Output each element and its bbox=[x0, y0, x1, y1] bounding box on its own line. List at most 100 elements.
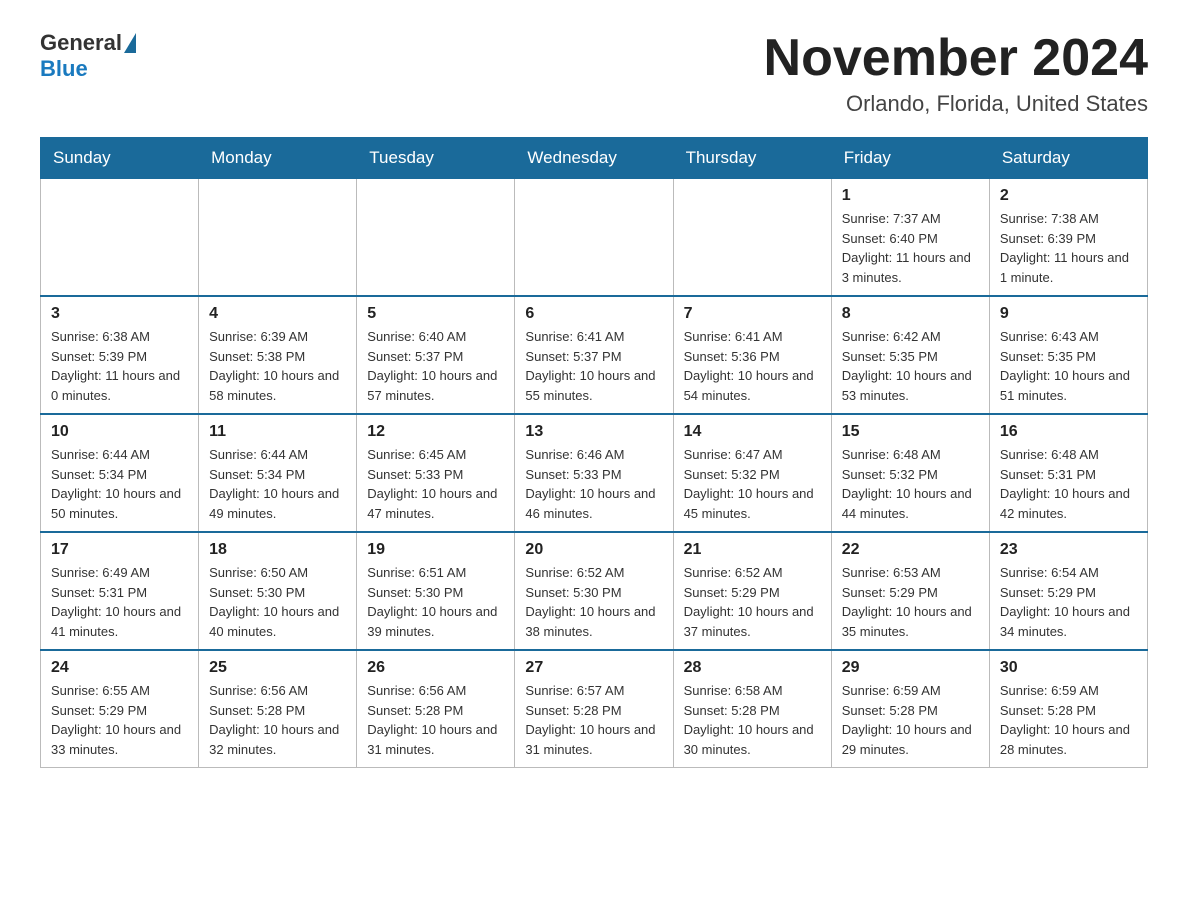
calendar-cell: 6 Sunrise: 6:41 AM Sunset: 5:37 PM Daylig… bbox=[515, 296, 673, 414]
day-info: Sunrise: 6:57 AM Sunset: 5:28 PM Dayligh… bbox=[525, 681, 662, 759]
calendar-cell: 29Sunrise: 6:59 AM Sunset: 5:28 PM Dayli… bbox=[831, 650, 989, 768]
calendar-week-row: 1Sunrise: 7:37 AM Sunset: 6:40 PM Daylig… bbox=[41, 179, 1148, 297]
day-number: 7 bbox=[684, 305, 821, 323]
day-number: 17 bbox=[51, 541, 188, 559]
calendar-cell: 24 Sunrise: 6:55 AM Sunset: 5:29 PM Dayli… bbox=[41, 650, 199, 768]
day-info: Sunrise: 6:46 AM Sunset: 5:33 PM Dayligh… bbox=[525, 445, 662, 523]
day-number: 16 bbox=[1000, 423, 1137, 441]
day-number: 9 bbox=[1000, 305, 1137, 323]
calendar-cell: 22 Sunrise: 6:53 AM Sunset: 5:29 PM Dayli… bbox=[831, 532, 989, 650]
day-info: Sunrise: 6:48 AM Sunset: 5:31 PM Dayligh… bbox=[1000, 445, 1137, 523]
calendar-header-monday: Monday bbox=[199, 138, 357, 179]
day-info: Sunrise: 6:55 AM Sunset: 5:29 PM Dayligh… bbox=[51, 681, 188, 759]
calendar-header-sunday: Sunday bbox=[41, 138, 199, 179]
calendar-cell bbox=[673, 179, 831, 297]
day-number: 18 bbox=[209, 541, 346, 559]
day-number: 28 bbox=[684, 659, 821, 677]
day-info: Sunrise: 6:50 AM Sunset: 5:30 PM Dayligh… bbox=[209, 563, 346, 641]
page-header: General Blue November 2024 Orlando, Flor… bbox=[40, 30, 1148, 117]
logo-general-text: General bbox=[40, 30, 122, 56]
day-info: Sunrise: 6:56 AM Sunset: 5:28 PM Dayligh… bbox=[367, 681, 504, 759]
calendar-cell: 23 Sunrise: 6:54 AM Sunset: 5:29 PM Dayli… bbox=[989, 532, 1147, 650]
calendar-week-row: 17Sunrise: 6:49 AM Sunset: 5:31 PM Dayli… bbox=[41, 532, 1148, 650]
day-info: Sunrise: 6:54 AM Sunset: 5:29 PM Dayligh… bbox=[1000, 563, 1137, 641]
calendar-cell: 25Sunrise: 6:56 AM Sunset: 5:28 PM Dayli… bbox=[199, 650, 357, 768]
calendar-cell bbox=[357, 179, 515, 297]
day-number: 5 bbox=[367, 305, 504, 323]
calendar-cell: 20 Sunrise: 6:52 AM Sunset: 5:30 PM Dayli… bbox=[515, 532, 673, 650]
calendar-cell: 16 Sunrise: 6:48 AM Sunset: 5:31 PM Dayli… bbox=[989, 414, 1147, 532]
day-info: Sunrise: 6:59 AM Sunset: 5:28 PM Dayligh… bbox=[842, 681, 979, 759]
calendar-cell bbox=[515, 179, 673, 297]
calendar-week-row: 24 Sunrise: 6:55 AM Sunset: 5:29 PM Dayli… bbox=[41, 650, 1148, 768]
day-number: 6 bbox=[525, 305, 662, 323]
day-number: 11 bbox=[209, 423, 346, 441]
calendar-cell: 8 Sunrise: 6:42 AM Sunset: 5:35 PM Daylig… bbox=[831, 296, 989, 414]
day-number: 20 bbox=[525, 541, 662, 559]
day-info: Sunrise: 7:38 AM Sunset: 6:39 PM Dayligh… bbox=[1000, 209, 1137, 287]
calendar-cell: 30 Sunrise: 6:59 AM Sunset: 5:28 PM Dayli… bbox=[989, 650, 1147, 768]
calendar-cell: 18 Sunrise: 6:50 AM Sunset: 5:30 PM Dayli… bbox=[199, 532, 357, 650]
day-number: 2 bbox=[1000, 187, 1137, 205]
day-info: Sunrise: 6:39 AM Sunset: 5:38 PM Dayligh… bbox=[209, 327, 346, 405]
day-number: 4 bbox=[209, 305, 346, 323]
calendar-cell: 4 Sunrise: 6:39 AM Sunset: 5:38 PM Daylig… bbox=[199, 296, 357, 414]
day-info: Sunrise: 6:51 AM Sunset: 5:30 PM Dayligh… bbox=[367, 563, 504, 641]
day-number: 1 bbox=[842, 187, 979, 205]
day-number: 23 bbox=[1000, 541, 1137, 559]
calendar-cell: 3Sunrise: 6:38 AM Sunset: 5:39 PM Daylig… bbox=[41, 296, 199, 414]
calendar-cell: 14Sunrise: 6:47 AM Sunset: 5:32 PM Dayli… bbox=[673, 414, 831, 532]
day-number: 8 bbox=[842, 305, 979, 323]
day-info: Sunrise: 6:42 AM Sunset: 5:35 PM Dayligh… bbox=[842, 327, 979, 405]
calendar-cell: 7 Sunrise: 6:41 AM Sunset: 5:36 PM Daylig… bbox=[673, 296, 831, 414]
calendar-table: SundayMondayTuesdayWednesdayThursdayFrid… bbox=[40, 137, 1148, 768]
calendar-cell: 17Sunrise: 6:49 AM Sunset: 5:31 PM Dayli… bbox=[41, 532, 199, 650]
logo-blue-text: Blue bbox=[40, 56, 88, 82]
day-number: 15 bbox=[842, 423, 979, 441]
day-number: 22 bbox=[842, 541, 979, 559]
calendar-cell: 13 Sunrise: 6:46 AM Sunset: 5:33 PM Dayli… bbox=[515, 414, 673, 532]
calendar-header-tuesday: Tuesday bbox=[357, 138, 515, 179]
day-info: Sunrise: 6:44 AM Sunset: 5:34 PM Dayligh… bbox=[209, 445, 346, 523]
calendar-cell: 10Sunrise: 6:44 AM Sunset: 5:34 PM Dayli… bbox=[41, 414, 199, 532]
title-area: November 2024 Orlando, Florida, United S… bbox=[764, 30, 1148, 117]
day-number: 14 bbox=[684, 423, 821, 441]
day-info: Sunrise: 6:53 AM Sunset: 5:29 PM Dayligh… bbox=[842, 563, 979, 641]
day-info: Sunrise: 6:41 AM Sunset: 5:37 PM Dayligh… bbox=[525, 327, 662, 405]
calendar-header-saturday: Saturday bbox=[989, 138, 1147, 179]
day-number: 21 bbox=[684, 541, 821, 559]
calendar-cell: 28Sunrise: 6:58 AM Sunset: 5:28 PM Dayli… bbox=[673, 650, 831, 768]
day-info: Sunrise: 6:48 AM Sunset: 5:32 PM Dayligh… bbox=[842, 445, 979, 523]
day-number: 13 bbox=[525, 423, 662, 441]
calendar-cell bbox=[41, 179, 199, 297]
day-info: Sunrise: 6:59 AM Sunset: 5:28 PM Dayligh… bbox=[1000, 681, 1137, 759]
day-info: Sunrise: 6:43 AM Sunset: 5:35 PM Dayligh… bbox=[1000, 327, 1137, 405]
calendar-cell: 27 Sunrise: 6:57 AM Sunset: 5:28 PM Dayli… bbox=[515, 650, 673, 768]
logo: General Blue bbox=[40, 30, 138, 82]
day-number: 27 bbox=[525, 659, 662, 677]
day-info: Sunrise: 6:41 AM Sunset: 5:36 PM Dayligh… bbox=[684, 327, 821, 405]
day-info: Sunrise: 6:52 AM Sunset: 5:29 PM Dayligh… bbox=[684, 563, 821, 641]
day-number: 26 bbox=[367, 659, 504, 677]
day-info: Sunrise: 6:38 AM Sunset: 5:39 PM Dayligh… bbox=[51, 327, 188, 405]
calendar-cell: 26 Sunrise: 6:56 AM Sunset: 5:28 PM Dayli… bbox=[357, 650, 515, 768]
day-info: Sunrise: 6:45 AM Sunset: 5:33 PM Dayligh… bbox=[367, 445, 504, 523]
calendar-cell: 12Sunrise: 6:45 AM Sunset: 5:33 PM Dayli… bbox=[357, 414, 515, 532]
calendar-cell: 2 Sunrise: 7:38 AM Sunset: 6:39 PM Daylig… bbox=[989, 179, 1147, 297]
day-info: Sunrise: 6:44 AM Sunset: 5:34 PM Dayligh… bbox=[51, 445, 188, 523]
calendar-header-thursday: Thursday bbox=[673, 138, 831, 179]
month-title: November 2024 bbox=[764, 30, 1148, 87]
calendar-header-friday: Friday bbox=[831, 138, 989, 179]
calendar-week-row: 10Sunrise: 6:44 AM Sunset: 5:34 PM Dayli… bbox=[41, 414, 1148, 532]
day-number: 19 bbox=[367, 541, 504, 559]
day-number: 30 bbox=[1000, 659, 1137, 677]
location-text: Orlando, Florida, United States bbox=[764, 91, 1148, 117]
logo-triangle-icon bbox=[124, 33, 136, 53]
calendar-cell: 21 Sunrise: 6:52 AM Sunset: 5:29 PM Dayli… bbox=[673, 532, 831, 650]
calendar-cell: 5Sunrise: 6:40 AM Sunset: 5:37 PM Daylig… bbox=[357, 296, 515, 414]
day-info: Sunrise: 6:52 AM Sunset: 5:30 PM Dayligh… bbox=[525, 563, 662, 641]
calendar-header-row: SundayMondayTuesdayWednesdayThursdayFrid… bbox=[41, 138, 1148, 179]
calendar-cell: 11 Sunrise: 6:44 AM Sunset: 5:34 PM Dayli… bbox=[199, 414, 357, 532]
day-number: 24 bbox=[51, 659, 188, 677]
calendar-header-wednesday: Wednesday bbox=[515, 138, 673, 179]
